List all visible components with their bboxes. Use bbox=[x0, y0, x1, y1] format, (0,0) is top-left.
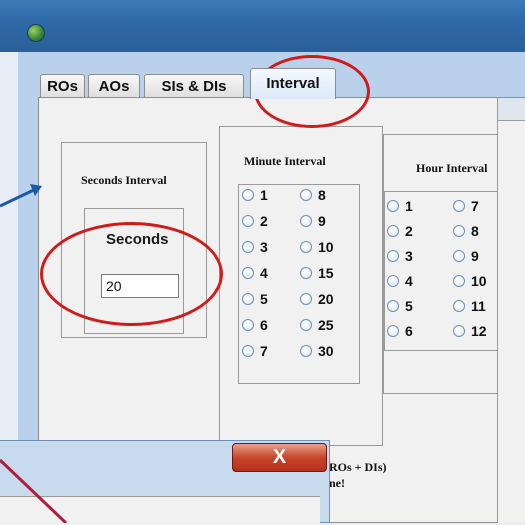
arrow-line-lower bbox=[0, 458, 68, 523]
tab-interval[interactable]: Interval bbox=[250, 68, 336, 99]
arrow-line-upper bbox=[0, 186, 39, 208]
